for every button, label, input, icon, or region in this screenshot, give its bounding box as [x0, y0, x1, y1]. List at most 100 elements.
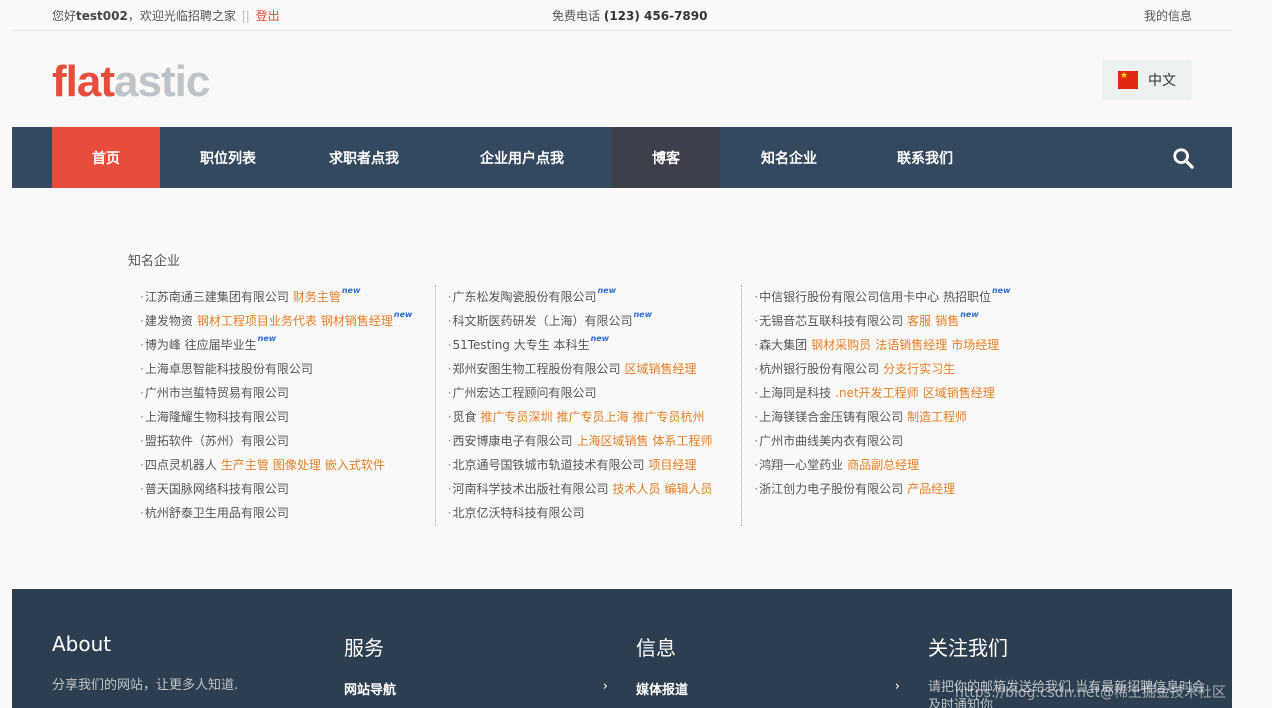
bullet: ·: [754, 386, 759, 400]
company-name-link[interactable]: 杭州舒泰卫生用品有限公司: [145, 506, 289, 520]
job-link[interactable]: 编辑人员: [665, 482, 713, 496]
company-row: ·北京通号国铁城市轨道技术有限公司 项目经理: [448, 453, 742, 477]
company-name-link[interactable]: 四点灵机器人: [145, 458, 217, 472]
company-row: ·江苏南通三建集团有限公司 财务主管new: [140, 285, 435, 309]
job-link[interactable]: .net开发工程师: [835, 386, 919, 400]
nav-home[interactable]: 首页: [52, 127, 160, 188]
company-row: ·科文斯医药研发（上海）有限公司new: [448, 309, 742, 333]
footer-info: 信息 媒体报道 ›: [636, 632, 900, 708]
greeting-suffix: ，欢迎光临招聘之家: [127, 9, 236, 23]
company-name-link[interactable]: 郑州安图生物工程股份有限公司: [452, 362, 620, 376]
new-badge: new: [257, 334, 277, 343]
company-name-link[interactable]: 广州宏达工程顾问有限公司: [452, 386, 596, 400]
nav-blog[interactable]: 博客: [612, 127, 720, 188]
job-link[interactable]: 嵌入式软件: [325, 458, 385, 472]
china-flag-icon: [1118, 71, 1138, 89]
company-name-link[interactable]: 河南科学技术出版社有限公司: [452, 482, 608, 496]
nav-companies[interactable]: 知名企业: [720, 127, 858, 188]
bullet: ·: [754, 434, 759, 448]
job-link[interactable]: 法语销售经理: [875, 338, 947, 352]
my-info-link[interactable]: 我的信息: [1144, 7, 1192, 24]
company-name-link[interactable]: 博为峰 往应届毕业生: [145, 338, 257, 352]
company-name-link[interactable]: 上海镁镁合金压铸有限公司: [759, 410, 903, 424]
job-link[interactable]: 商品副总经理: [847, 458, 919, 472]
company-row: ·森大集团 钢材采购员 法语销售经理 市场经理: [754, 333, 1048, 357]
company-name-link[interactable]: 科文斯医药研发（上海）有限公司: [452, 314, 632, 328]
nav-job-list[interactable]: 职位列表: [160, 127, 296, 188]
job-link[interactable]: 推广专员上海: [557, 410, 629, 424]
job-link[interactable]: 生产主管: [221, 458, 269, 472]
job-link[interactable]: 技术人员: [612, 482, 660, 496]
company-name-link[interactable]: 广州市岂蜇特贸易有限公司: [145, 386, 289, 400]
main-nav: 首页 职位列表 求职者点我 企业用户点我 博客 知名企业 联系我们: [12, 127, 1232, 188]
job-link[interactable]: 制造工程师: [907, 410, 967, 424]
companies-section: 知名企业 ·江苏南通三建集团有限公司 财务主管new ·建发物资 钢材工程项目业务代表…: [128, 250, 1048, 525]
company-name-link[interactable]: 51Testing 大专生 本科生: [452, 338, 589, 352]
bullet: ·: [140, 410, 144, 424]
company-row: ·西安博康电子有限公司 上海区域销售 体系工程师: [448, 429, 742, 453]
company-row: ·觅食 推广专员深圳 推广专员上海 推广专员杭州: [448, 405, 742, 429]
job-link[interactable]: 分支行实习生: [883, 362, 955, 376]
job-link[interactable]: 区域销售经理: [923, 386, 995, 400]
new-badge: new: [393, 310, 413, 319]
watermark: https://blog.csdn.net@稀土掘金技术社区: [954, 685, 1226, 701]
nav-contact[interactable]: 联系我们: [858, 127, 992, 188]
company-row: ·广东松发陶瓷股份有限公司new: [448, 285, 742, 309]
section-title: 知名企业: [128, 254, 181, 269]
job-link[interactable]: 市场经理: [951, 338, 999, 352]
bullet: ·: [140, 434, 144, 448]
job-link[interactable]: 推广专员深圳: [480, 410, 552, 424]
job-link[interactable]: 项目经理: [648, 458, 696, 472]
job-link[interactable]: 推广专员杭州: [633, 410, 705, 424]
greeting-prefix: 您好: [52, 9, 77, 23]
company-name-link[interactable]: 上海同是科技: [759, 386, 831, 400]
company-name-link[interactable]: 北京通号国铁城市轨道技术有限公司: [452, 458, 644, 472]
company-row: ·北京亿沃特科技有限公司: [448, 501, 742, 525]
company-name-link[interactable]: 广州市曲线美内衣有限公司: [759, 434, 903, 448]
job-link[interactable]: 图像处理: [273, 458, 321, 472]
company-name-link[interactable]: 上海卓思智能科技股份有限公司: [145, 362, 313, 376]
job-link[interactable]: 财务主管: [293, 290, 341, 304]
logo[interactable]: flatastic: [52, 57, 210, 107]
company-name-link[interactable]: 鸿翔一心堂药业: [759, 458, 843, 472]
company-name-link[interactable]: 北京亿沃特科技有限公司: [452, 506, 584, 520]
company-name-link[interactable]: 西安博康电子有限公司: [452, 434, 572, 448]
nav-job-seekers[interactable]: 求职者点我: [296, 127, 432, 188]
job-link[interactable]: 产品经理: [907, 482, 955, 496]
job-link[interactable]: 区域销售经理: [624, 362, 696, 376]
company-name-link[interactable]: 普天国脉网络科技有限公司: [145, 482, 289, 496]
company-row: ·上海卓思智能科技股份有限公司: [140, 357, 435, 381]
company-name-link[interactable]: 上海隆耀生物科技有限公司: [145, 410, 289, 424]
company-name-link[interactable]: 江苏南通三建集团有限公司: [145, 290, 289, 304]
chevron-right-icon: ›: [602, 679, 608, 694]
footer-media-link[interactable]: 媒体报道 ›: [636, 679, 900, 698]
footer-site-nav-link[interactable]: 网站导航 ›: [344, 679, 608, 698]
job-link[interactable]: 钢材工程项目业务代表: [197, 314, 317, 328]
job-link[interactable]: 上海区域销售: [576, 434, 648, 448]
search-icon[interactable]: [1172, 147, 1194, 169]
job-link[interactable]: 销售: [935, 314, 959, 328]
job-link[interactable]: 钢材采购员: [811, 338, 871, 352]
chevron-right-icon: ›: [894, 679, 900, 694]
company-name-link[interactable]: 森大集团: [759, 338, 807, 352]
company-name-link[interactable]: 广东松发陶瓷股份有限公司: [452, 290, 596, 304]
company-name-link[interactable]: 盟拓软件（苏州）有限公司: [145, 434, 289, 448]
separator: ||: [241, 9, 250, 23]
company-name-link[interactable]: 无锡音芯互联科技有限公司: [759, 314, 903, 328]
greeting: 您好test002，欢迎光临招聘之家 || 登出: [52, 7, 280, 24]
bullet: ·: [140, 338, 144, 352]
job-link[interactable]: 客服: [907, 314, 931, 328]
nav-employers[interactable]: 企业用户点我: [432, 127, 612, 188]
job-link[interactable]: 钢材销售经理: [321, 314, 393, 328]
company-row: ·上海镁镁合金压铸有限公司 制造工程师: [754, 405, 1048, 429]
company-name-link[interactable]: 浙江创力电子股份有限公司: [759, 482, 903, 496]
phone-number: (123) 456-7890: [603, 9, 708, 23]
new-badge: new: [960, 310, 979, 319]
company-name-link[interactable]: 觅食: [452, 410, 476, 424]
company-name-link[interactable]: 建发物资: [145, 314, 193, 328]
language-button[interactable]: 中文: [1102, 60, 1192, 100]
logout-link[interactable]: 登出: [256, 9, 280, 23]
company-name-link[interactable]: 中信银行股份有限公司信用卡中心 热招职位: [759, 290, 991, 304]
company-name-link[interactable]: 杭州银行股份有限公司: [759, 362, 879, 376]
job-link[interactable]: 体系工程师: [653, 434, 713, 448]
